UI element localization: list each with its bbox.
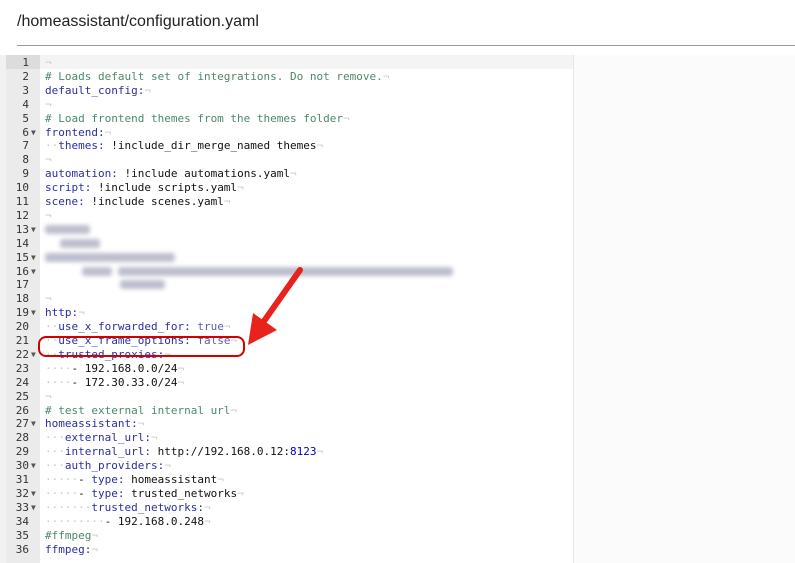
red-arrow-icon bbox=[248, 267, 303, 345]
